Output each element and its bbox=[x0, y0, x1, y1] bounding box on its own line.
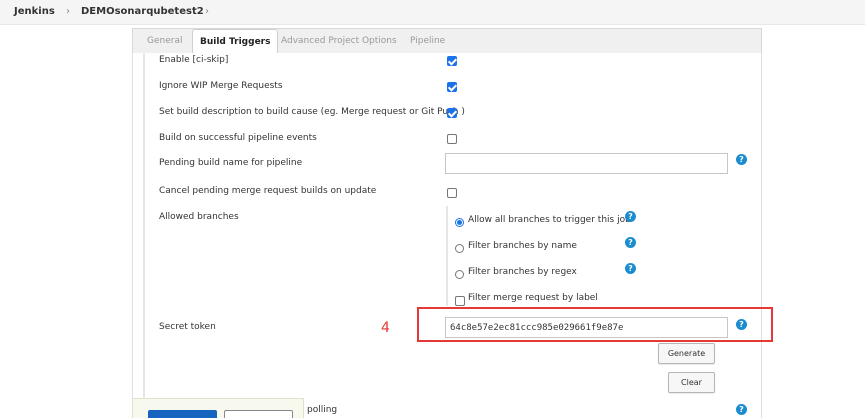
help-icon[interactable]: ? bbox=[736, 154, 747, 165]
radio-allow-all-branches[interactable] bbox=[455, 218, 464, 227]
help-icon[interactable]: ? bbox=[625, 237, 636, 248]
ignore-wip-checkbox[interactable] bbox=[447, 82, 457, 92]
branch-options-divider bbox=[446, 206, 448, 306]
help-icon[interactable]: ? bbox=[625, 263, 636, 274]
tab-advanced-project-options[interactable]: Advanced Project Options bbox=[281, 29, 397, 54]
filter-by-label-checkbox[interactable] bbox=[455, 296, 465, 306]
breadcrumb-job[interactable]: DEMOsonarqubetest2 bbox=[81, 6, 204, 17]
annotation-number: 4 bbox=[381, 320, 390, 336]
enable-ci-skip-checkbox[interactable] bbox=[447, 56, 457, 66]
chevron-right-icon: › bbox=[66, 6, 70, 17]
annotation-highlight-box bbox=[417, 307, 773, 342]
help-icon[interactable]: ? bbox=[625, 211, 636, 222]
allow-all-branches-label: Allow all branches to trigger this job bbox=[468, 215, 631, 225]
set-build-description-checkbox[interactable] bbox=[447, 108, 457, 118]
build-on-pipeline-checkbox[interactable] bbox=[447, 134, 457, 144]
chevron-right-icon[interactable]: › bbox=[205, 6, 209, 17]
filter-by-label-label: Filter merge request by label bbox=[468, 293, 598, 303]
tab-pipeline[interactable]: Pipeline bbox=[410, 29, 445, 54]
enable-ci-skip-label: Enable [ci-skip] bbox=[159, 55, 229, 65]
tab-build-triggers[interactable]: Build Triggers bbox=[192, 29, 279, 54]
ignore-wip-label: Ignore WIP Merge Requests bbox=[159, 81, 283, 91]
help-icon[interactable]: ? bbox=[736, 404, 747, 415]
filter-by-regex-label: Filter branches by regex bbox=[468, 267, 577, 277]
tab-general[interactable]: General bbox=[147, 29, 182, 54]
save-button[interactable] bbox=[148, 410, 217, 418]
polling-option-label: polling bbox=[307, 405, 338, 415]
filter-by-name-label: Filter branches by name bbox=[468, 241, 577, 251]
breadcrumb-bar: Jenkins › DEMOsonarqubetest2 › bbox=[0, 0, 865, 25]
apply-button[interactable] bbox=[224, 410, 293, 418]
clear-button[interactable]: Clear bbox=[668, 372, 715, 393]
radio-filter-by-regex[interactable] bbox=[455, 270, 464, 279]
cancel-pending-label: Cancel pending merge request builds on u… bbox=[159, 186, 377, 196]
pending-build-name-input[interactable] bbox=[445, 153, 728, 174]
build-on-pipeline-label: Build on successful pipeline events bbox=[159, 133, 317, 143]
allowed-branches-label: Allowed branches bbox=[159, 212, 239, 222]
breadcrumb-jenkins[interactable]: Jenkins bbox=[14, 6, 55, 17]
config-tabs: General Build Triggers Advanced Project … bbox=[132, 28, 762, 54]
section-divider bbox=[143, 53, 145, 403]
radio-filter-by-name[interactable] bbox=[455, 244, 464, 253]
cancel-pending-checkbox[interactable] bbox=[447, 188, 457, 198]
pending-build-name-label: Pending build name for pipeline bbox=[159, 158, 303, 168]
secret-token-label: Secret token bbox=[159, 322, 216, 332]
set-build-description-label: Set build description to build cause (eg… bbox=[159, 107, 465, 117]
generate-button[interactable]: Generate bbox=[658, 343, 715, 364]
